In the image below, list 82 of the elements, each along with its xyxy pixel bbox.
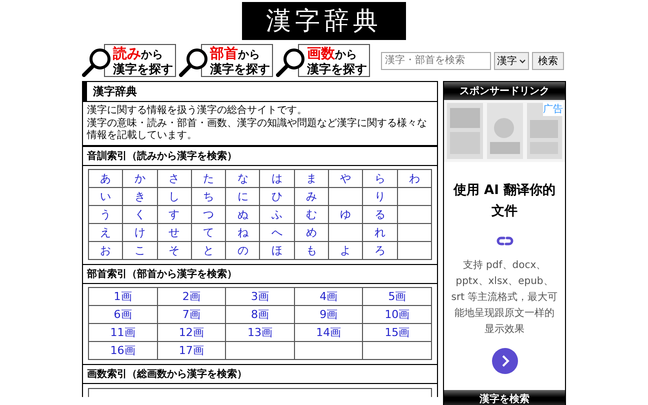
description-text: 漢字の意味・読み・部首・画数、漢字の知識や問題など漢字に関する様々な情報を記載しています。: [87, 118, 428, 142]
index-link[interactable]: か: [122, 170, 158, 188]
index-link[interactable]: む: [294, 206, 329, 224]
index-link[interactable]: 5画: [362, 288, 432, 306]
ad-text: 支持 pdf、docx、pptx、xlsx、epub、srt 等主流格式，最大可能地呈现跟原文一样的显示效果: [450, 258, 559, 337]
index-link[interactable]: の: [226, 242, 260, 260]
index-link[interactable]: は: [260, 170, 294, 188]
index-link[interactable]: 3画: [226, 288, 294, 306]
index-link[interactable]: 1画: [88, 288, 158, 306]
magnifier-icon: [276, 48, 304, 77]
site-logo[interactable]: 漢字辞典: [242, 2, 406, 40]
index-link[interactable]: 6画: [88, 306, 158, 324]
index-link[interactable]: せ: [157, 224, 192, 242]
index-link[interactable]: お: [88, 242, 123, 260]
index-link[interactable]: 7画: [157, 306, 226, 324]
index-link[interactable]: あ: [88, 170, 123, 188]
index-link[interactable]: 9画: [294, 306, 363, 324]
index-link[interactable]: 13画: [226, 324, 294, 342]
index-link[interactable]: よ: [328, 242, 363, 260]
index-link[interactable]: こ: [122, 242, 158, 260]
link-icon: [496, 236, 514, 246]
index-link[interactable]: え: [88, 224, 123, 242]
chevron-icon: [500, 355, 510, 367]
sidebar-header: スポンサードリンク: [444, 82, 565, 100]
index-link[interactable]: い: [88, 188, 123, 206]
index-link[interactable]: き: [122, 188, 158, 206]
index-link[interactable]: れ: [362, 224, 398, 242]
index-link[interactable]: そ: [157, 242, 192, 260]
index-link[interactable]: や: [328, 170, 363, 188]
section-heading: 部首索引（部首から漢字を検索）: [83, 264, 437, 284]
index-link[interactable]: つ: [191, 206, 226, 224]
index-link[interactable]: 10画: [362, 306, 432, 324]
index-link[interactable]: な: [226, 170, 260, 188]
index-link[interactable]: へ: [260, 224, 294, 242]
description-text: 漢字に関する情報を扱う漢字の総合サイトです。: [87, 105, 308, 117]
index-link[interactable]: け: [122, 224, 158, 242]
index-link[interactable]: ろ: [362, 242, 398, 260]
sidebar-header: 漢字を検索: [444, 390, 565, 405]
index-link[interactable]: く: [122, 206, 158, 224]
index-link[interactable]: ら: [362, 170, 398, 188]
search-field[interactable]: 漢字・部首を検索: [381, 52, 491, 70]
index-link[interactable]: う: [88, 206, 123, 224]
search-type-select[interactable]: 漢字: [494, 52, 529, 70]
index-link[interactable]: 4画: [294, 288, 363, 306]
index-link[interactable]: た: [191, 170, 226, 188]
index-link[interactable]: わ: [397, 170, 432, 188]
magnifier-icon: [82, 48, 110, 77]
magnifier-icon: [179, 48, 208, 77]
section-heading: 画数索引（総画数から漢字を検索）: [83, 364, 437, 384]
index-link[interactable]: ほ: [260, 242, 294, 260]
index-link[interactable]: て: [191, 224, 226, 242]
index-link[interactable]: も: [294, 242, 329, 260]
index-link[interactable]: 8画: [226, 306, 294, 324]
index-link[interactable]: め: [294, 224, 329, 242]
index-link[interactable]: 2画: [157, 288, 226, 306]
index-link[interactable]: 11画: [88, 324, 158, 342]
index-link[interactable]: り: [362, 188, 398, 206]
index-link[interactable]: 16画: [88, 342, 158, 360]
index-link[interactable]: す: [157, 206, 192, 224]
index-link[interactable]: ね: [226, 224, 260, 242]
next-button[interactable]: [492, 348, 518, 374]
index-link[interactable]: 17画: [157, 342, 226, 360]
index-link[interactable]: 15画: [362, 324, 432, 342]
index-link[interactable]: ち: [191, 188, 226, 206]
index-link[interactable]: る: [362, 206, 398, 224]
index-link[interactable]: ま: [294, 170, 329, 188]
caret-icon: [519, 58, 526, 64]
index-link[interactable]: ぬ: [226, 206, 260, 224]
index-link[interactable]: に: [226, 188, 260, 206]
section-heading: 音訓索引（読みから漢字を検索）: [83, 146, 437, 166]
index-link[interactable]: と: [191, 242, 226, 260]
index-link[interactable]: み: [294, 188, 329, 206]
index-link[interactable]: 12画: [157, 324, 226, 342]
index-link[interactable]: し: [157, 188, 192, 206]
ad-title: 使用 AI 翻译你的文件: [452, 182, 556, 221]
index-link[interactable]: さ: [157, 170, 192, 188]
index-link[interactable]: ふ: [260, 206, 294, 224]
index-link[interactable]: ゆ: [328, 206, 363, 224]
page-title: 漢字辞典: [83, 82, 437, 102]
index-link[interactable]: ひ: [260, 188, 294, 206]
search-button[interactable]: 検索: [532, 52, 564, 70]
index-link[interactable]: 14画: [294, 324, 363, 342]
